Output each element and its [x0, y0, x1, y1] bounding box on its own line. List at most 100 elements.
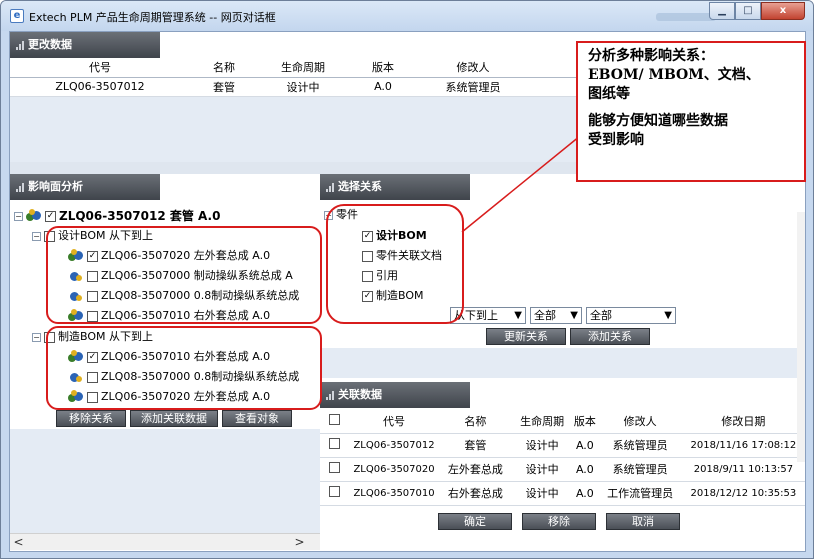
related-data-table: 代号 名称 生命周期 版本 修改人 修改日期 ZLQ06-3507012 套管 … [320, 409, 805, 506]
change-data-table: 代号 名称 生命周期 版本 修改人 ZLQ06-3507012 套管 设计中 A… [10, 58, 585, 97]
remove-relation-button[interactable]: 移除关系 [56, 410, 126, 427]
table-row[interactable]: ZLQ06-3507020 左外套总成 设计中 A.0 系统管理员 2018/9… [320, 457, 805, 482]
part-icon [26, 209, 42, 223]
cell-code: ZLQ06-3507010 [351, 481, 437, 506]
callout-line: 分析多种影响关系： [588, 48, 714, 64]
cell-lifecycle: 设计中 [258, 77, 348, 97]
select-all-checkbox[interactable] [328, 413, 340, 425]
cell-version: A.0 [570, 433, 600, 458]
cell-version: A.0 [570, 457, 600, 482]
table-row[interactable]: ZLQ06-3507012 套管 设计中 A.0 系统管理员 [10, 77, 585, 97]
col-modified-date: 修改日期 [680, 409, 805, 434]
cell-date: 2018/9/11 10:13:57 [680, 457, 805, 482]
col-lifecycle: 生命周期 [513, 409, 571, 434]
col-lifecycle: 生命周期 [258, 58, 348, 78]
relation-empty-area [320, 348, 805, 378]
cell-modifier: 系统管理员 [599, 457, 681, 482]
scroll-left-icon[interactable]: < [10, 534, 27, 550]
ebom-highlight-box [46, 226, 322, 324]
mbom-highlight-box [46, 326, 322, 410]
horizontal-scrollbar[interactable]: < > [10, 533, 320, 550]
col-name: 名称 [436, 409, 514, 434]
tree-root[interactable]: − ✓ ZLQ06-3507012 套管 A.0 [14, 209, 220, 223]
cell-name: 左外套总成 [436, 457, 514, 482]
cell-name: 套管 [436, 433, 514, 458]
change-data-header: 更改数据 [10, 32, 160, 58]
col-code: 代号 [10, 58, 190, 78]
cell-modifier: 系统管理员 [418, 77, 528, 97]
collapse-icon[interactable]: − [32, 332, 41, 342]
minimize-button[interactable]: ▁ [709, 2, 735, 20]
scope-select-1[interactable]: 全部 ▼ [530, 307, 582, 324]
impact-header: 影响面分析 [10, 174, 160, 200]
col-modifier: 修改人 [599, 409, 681, 434]
add-relation-button[interactable]: 添加关系 [570, 328, 650, 345]
table-row[interactable]: ZLQ06-3507010 右外套总成 设计中 A.0 工作流管理员 2018/… [320, 481, 805, 506]
cell-lifecycle: 设计中 [513, 457, 571, 482]
table-header-row: 代号 名称 生命周期 版本 修改人 修改日期 [320, 409, 805, 434]
bars-icon [16, 41, 24, 50]
col-code: 代号 [351, 409, 437, 434]
ie-page-icon: e [10, 9, 24, 23]
table-header-row: 代号 名称 生命周期 版本 修改人 [10, 58, 585, 78]
col-version: 版本 [570, 409, 600, 434]
maximize-button[interactable]: □ [735, 2, 761, 20]
collapse-icon[interactable]: − [14, 211, 23, 221]
scope2-value: 全部 [590, 309, 612, 322]
root-label: ZLQ06-3507012 套管 A.0 [59, 209, 221, 223]
row-checkbox[interactable] [328, 486, 340, 497]
cell-code: ZLQ06-3507012 [351, 433, 437, 458]
callout-line: 受到影响 [588, 132, 644, 148]
scroll-right-icon[interactable]: > [291, 534, 308, 550]
impact-empty-area [10, 429, 320, 533]
cell-name: 右外套总成 [436, 481, 514, 506]
ok-button[interactable]: 确定 [438, 513, 512, 530]
title-bar[interactable]: e Extech PLM 产品生命周期管理系统 -- 网页对话框 ▁ □ x [1, 1, 813, 31]
cell-lifecycle: 设计中 [513, 481, 571, 506]
bars-icon [326, 391, 334, 400]
cell-code: ZLQ06-3507012 [10, 77, 190, 97]
bars-icon [16, 183, 24, 192]
relation-highlight-box [326, 204, 464, 324]
root-checkbox[interactable]: ✓ [45, 210, 56, 222]
cell-code: ZLQ06-3507020 [351, 457, 437, 482]
impact-title: 影响面分析 [28, 180, 83, 193]
cell-modifier: 工作流管理员 [599, 481, 681, 506]
callout-line: 图纸等 [588, 86, 630, 102]
col-name: 名称 [190, 58, 258, 78]
add-related-data-button[interactable]: 添加关联数据 [130, 410, 218, 427]
related-data-title: 关联数据 [338, 388, 382, 401]
callout-line: EBOM/ MBOM、文档、 [588, 67, 760, 83]
row-checkbox[interactable] [328, 462, 340, 473]
annotation-callout: 分析多种影响关系： EBOM/ MBOM、文档、 图纸等 能够方便知道哪些数据 … [576, 41, 806, 182]
table-row[interactable]: ZLQ06-3507012 套管 设计中 A.0 系统管理员 2018/11/1… [320, 433, 805, 458]
chevron-down-icon: ▼ [514, 310, 522, 321]
dialog-window: e Extech PLM 产品生命周期管理系统 -- 网页对话框 ▁ □ x 更… [0, 0, 814, 559]
vertical-scrollbar[interactable] [797, 212, 805, 462]
related-data-header: 关联数据 [320, 382, 470, 408]
col-version: 版本 [348, 58, 418, 78]
cell-date: 2018/11/16 17:08:12 [680, 433, 805, 458]
cell-version: A.0 [570, 481, 600, 506]
remove-button[interactable]: 移除 [522, 513, 596, 530]
bars-icon [326, 183, 334, 192]
col-modifier: 修改人 [418, 58, 528, 78]
change-data-title: 更改数据 [28, 38, 72, 51]
scope1-value: 全部 [534, 309, 556, 322]
select-relation-title: 选择关系 [338, 180, 382, 193]
close-button[interactable]: x [761, 2, 805, 20]
window-title: Extech PLM 产品生命周期管理系统 -- 网页对话框 [29, 11, 276, 24]
row-checkbox[interactable] [328, 438, 340, 449]
chevron-down-icon: ▼ [570, 310, 578, 321]
callout-pointer-line [461, 135, 581, 233]
cancel-button[interactable]: 取消 [606, 513, 680, 530]
view-object-button[interactable]: 查看对象 [222, 410, 292, 427]
select-relation-header: 选择关系 [320, 174, 470, 200]
update-relation-button[interactable]: 更新关系 [486, 328, 566, 345]
cell-lifecycle: 设计中 [513, 433, 571, 458]
cell-name: 套管 [190, 77, 258, 97]
collapse-icon[interactable]: − [32, 231, 41, 241]
scope-select-2[interactable]: 全部 ▼ [586, 307, 676, 324]
cell-modifier: 系统管理员 [599, 433, 681, 458]
chevron-down-icon: ▼ [664, 310, 672, 321]
